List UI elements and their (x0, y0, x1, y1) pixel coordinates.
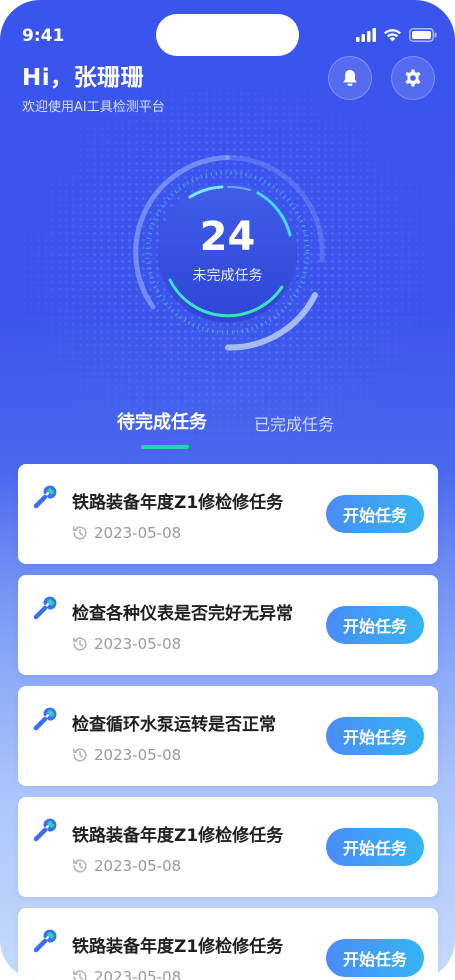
signal-icon (356, 28, 376, 42)
task-date-row: 2023-05-08 (72, 968, 181, 980)
start-task-button[interactable]: 开始任务 (326, 717, 424, 755)
wrench-icon (33, 818, 57, 842)
task-tabs: 待完成任务 已完成任务 (0, 408, 455, 452)
task-card[interactable]: 铁路装备年度Z1修检修任务 2023-05-08 开始任务 (18, 464, 438, 564)
task-date: 2023-05-08 (94, 857, 182, 875)
task-card[interactable]: 铁路装备年度Z1修检修任务 2023-05-08 开始任务 (18, 797, 438, 897)
task-date-row: 2023-05-08 (72, 524, 181, 542)
task-title: 检查各种仪表是否完好无异常 (72, 604, 293, 624)
task-title: 铁路装备年度Z1修检修任务 (72, 826, 284, 846)
pending-count-label: 未完成任务 (192, 267, 263, 284)
task-title: 铁路装备年度Z1修检修任务 (72, 493, 284, 513)
tab-completed[interactable]: 已完成任务 (254, 411, 334, 435)
task-date: 2023-05-08 (94, 524, 182, 542)
bell-icon (343, 70, 357, 86)
dynamic-island (156, 14, 299, 56)
wifi-icon (384, 29, 401, 42)
task-summary-ring: 24 未完成任务 (110, 135, 345, 370)
task-title: 铁路装备年度Z1修检修任务 (72, 937, 284, 957)
start-task-button[interactable]: 开始任务 (326, 828, 424, 866)
battery-icon (409, 28, 437, 42)
active-tab-indicator (141, 445, 189, 449)
task-card[interactable]: 铁路装备年度Z1修检修任务 2023-05-08 开始任务 (18, 908, 438, 980)
greeting: Hi，张珊珊 (22, 65, 145, 91)
wrench-icon (33, 929, 57, 953)
tab-pending[interactable]: 待完成任务 (117, 408, 207, 434)
task-card[interactable]: 检查循环水泵运转是否正常 2023-05-08 开始任务 (18, 686, 438, 786)
gear-icon (405, 69, 421, 87)
status-time: 9:41 (22, 26, 65, 46)
system-icons (356, 28, 437, 42)
start-task-button[interactable]: 开始任务 (326, 939, 424, 977)
task-date-row: 2023-05-08 (72, 857, 181, 875)
task-date: 2023-05-08 (94, 635, 182, 653)
task-date-row: 2023-05-08 (72, 635, 181, 653)
task-date-row: 2023-05-08 (72, 746, 181, 764)
task-date: 2023-05-08 (94, 746, 182, 764)
task-list: 铁路装备年度Z1修检修任务 2023-05-08 开始任务 检查各种仪表是否完好… (18, 464, 438, 980)
task-date: 2023-05-08 (94, 968, 182, 980)
wrench-icon (33, 596, 57, 620)
history-clock-icon (73, 637, 87, 651)
history-clock-icon (73, 970, 87, 980)
task-title: 检查循环水泵运转是否正常 (72, 715, 276, 735)
app-screen: 9:41 Hi，张珊珊 欢迎使用AI工具检测平台 24 未完成任务 待完成任务 … (0, 0, 455, 980)
task-card[interactable]: 检查各种仪表是否完好无异常 2023-05-08 开始任务 (18, 575, 438, 675)
wrench-icon (33, 485, 57, 509)
history-clock-icon (73, 748, 87, 762)
ring-center: 24 未完成任务 (110, 135, 345, 370)
history-clock-icon (73, 859, 87, 873)
notification-button[interactable] (328, 56, 372, 100)
pending-count: 24 (199, 213, 256, 260)
start-task-button[interactable]: 开始任务 (326, 606, 424, 644)
start-task-button[interactable]: 开始任务 (326, 495, 424, 533)
welcome-subtitle: 欢迎使用AI工具检测平台 (22, 100, 165, 115)
wrench-icon (33, 707, 57, 731)
history-clock-icon (73, 526, 87, 540)
settings-button[interactable] (391, 56, 435, 100)
